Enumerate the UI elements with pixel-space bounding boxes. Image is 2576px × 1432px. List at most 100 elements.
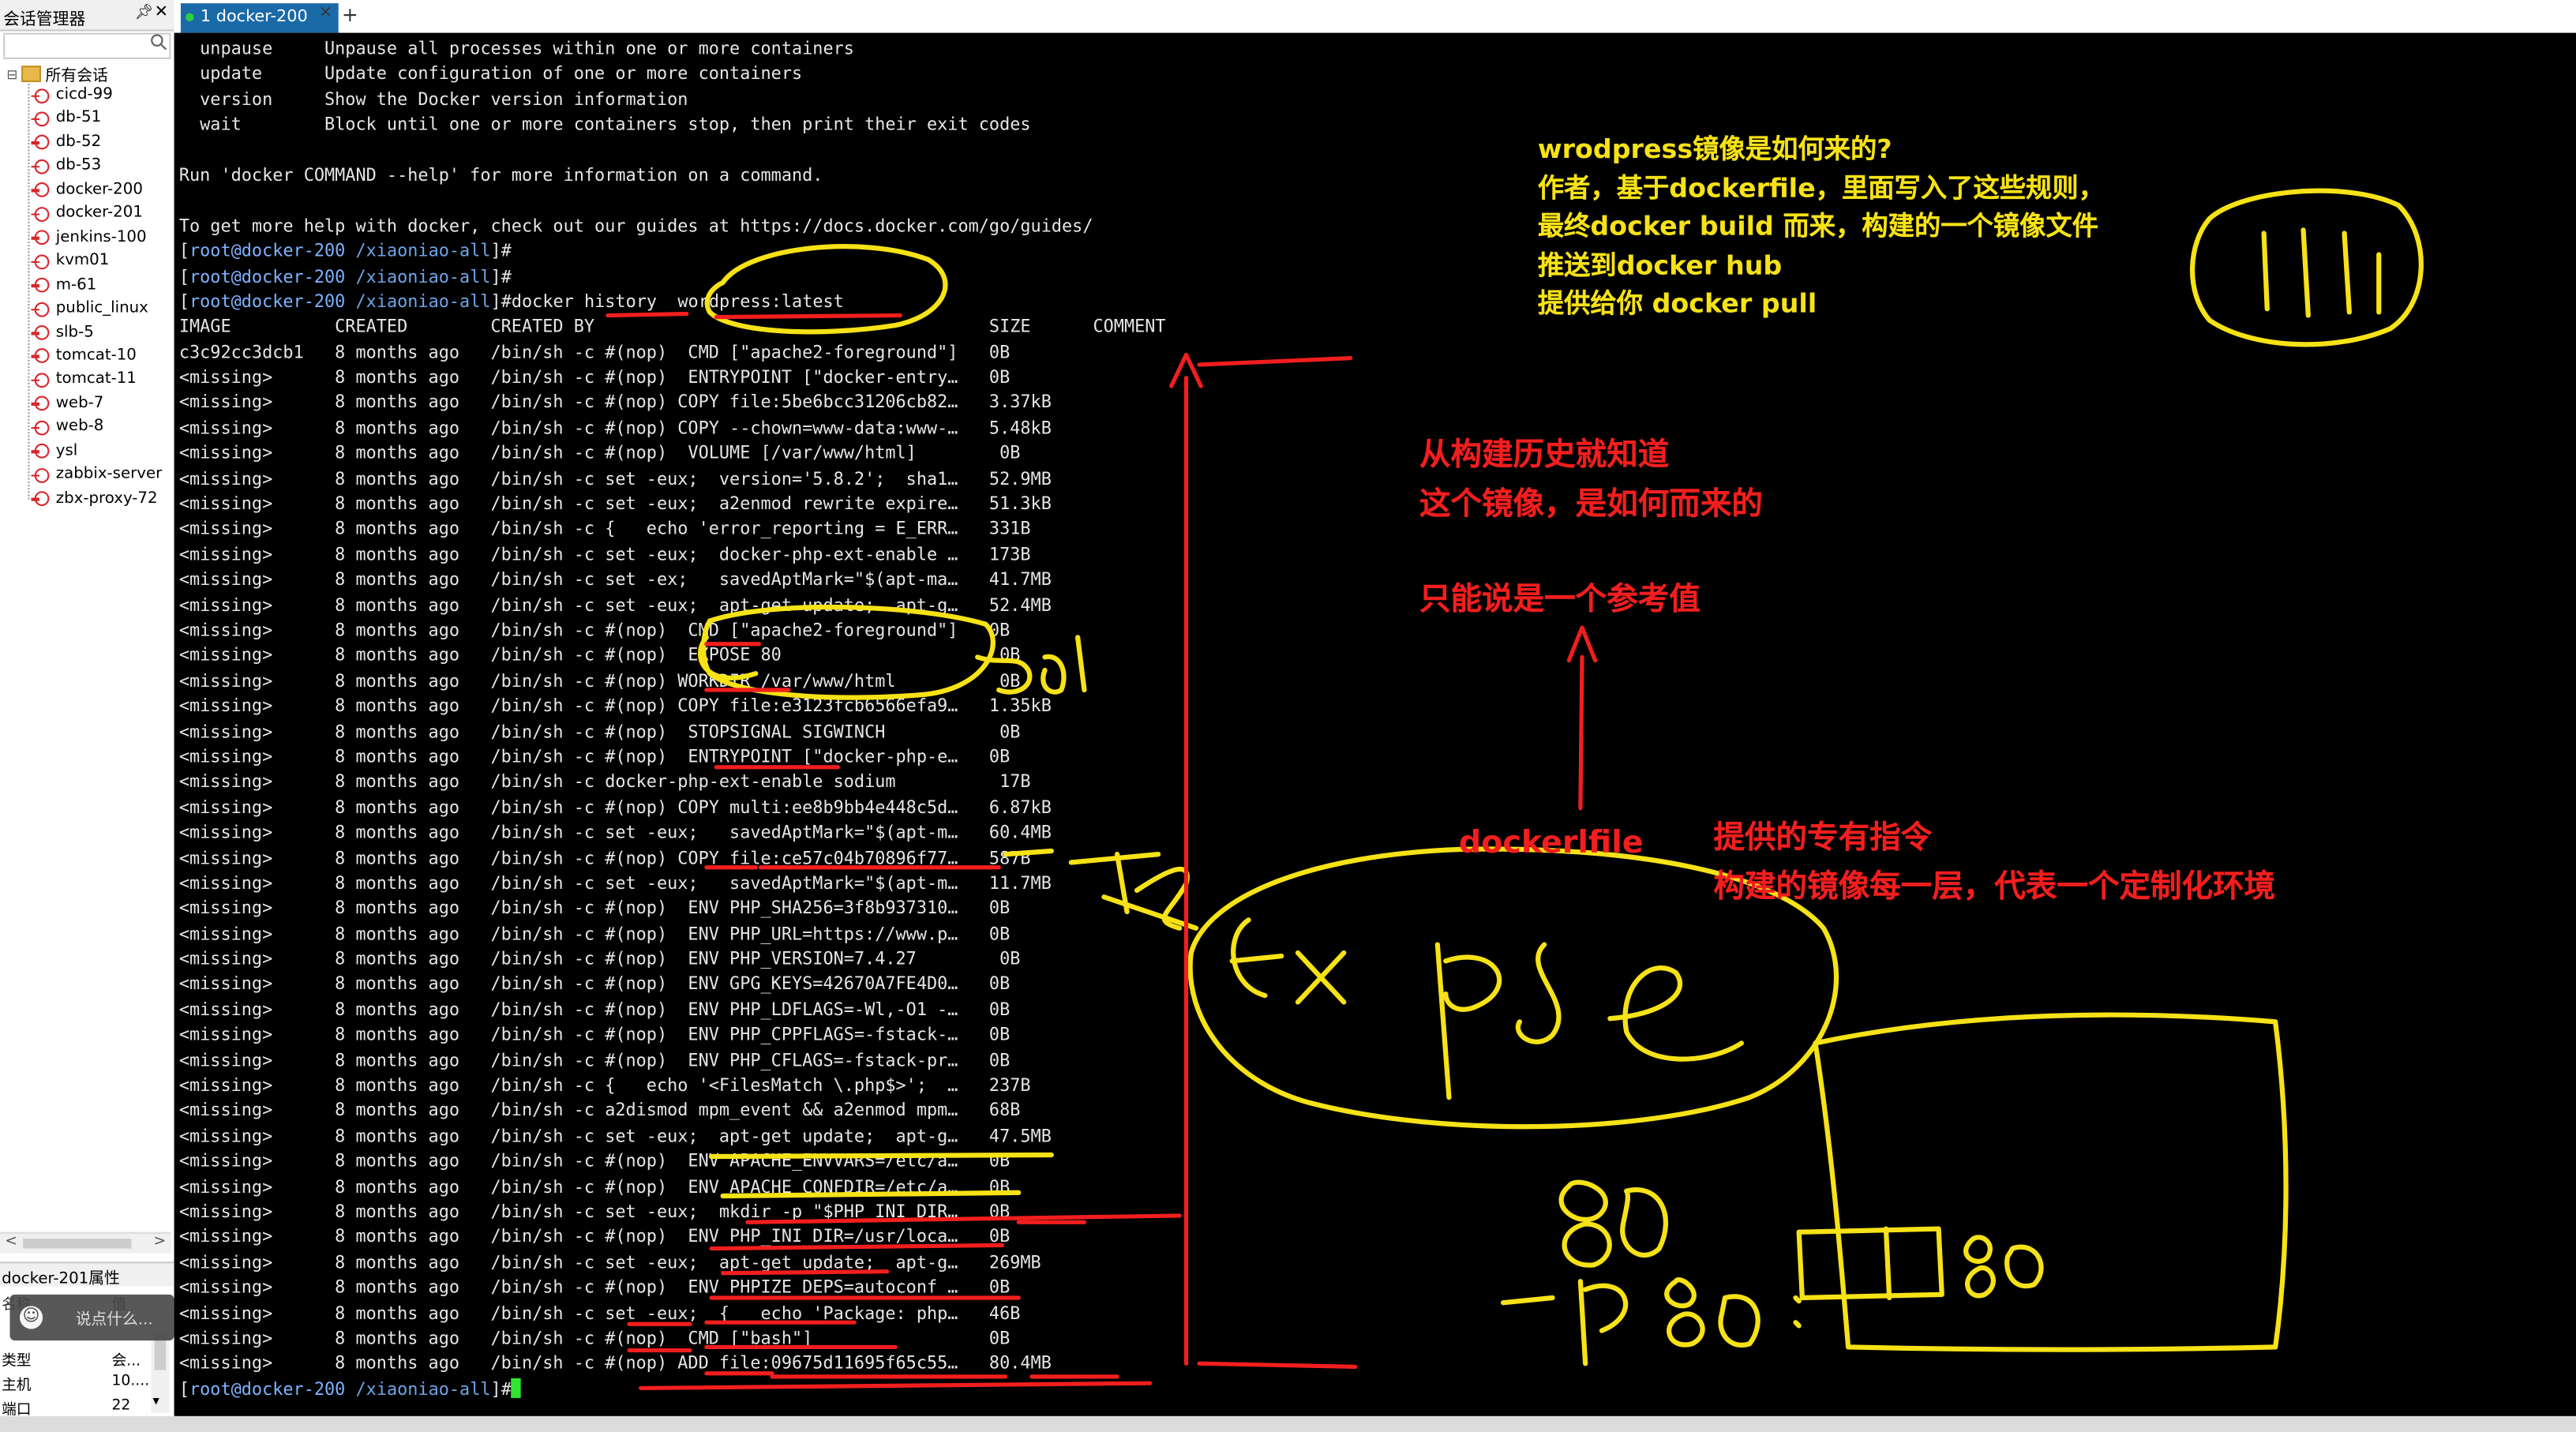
session-item[interactable]: tomcat-10 [31,346,137,369]
history-row: <missing> 8 months ago /bin/sh -c set -e… [178,545,1031,565]
help-line: unpause Unpause all processes within one… [178,39,854,59]
prompt-line: [root@docker-200 /xiaoniao-all]# [178,267,512,287]
history-row: <missing> 8 months ago /bin/sh -c set -e… [178,494,1052,515]
ssh-session-icon [31,395,50,411]
session-label: db-51 [55,109,102,128]
red-note-reference: 只能说是一个参考值 [1419,581,1700,618]
session-label: public_linux [55,298,148,317]
tab-docker-200[interactable]: 1 docker-200 [180,3,339,33]
session-item[interactable]: db-52 [31,133,101,156]
annotation-line: 从构建历史就知道 [1419,437,1670,474]
history-row: <missing> 8 months ago /bin/sh -c #(nop)… [178,1228,1011,1248]
add-tab-icon[interactable]: + [342,3,358,26]
session-manager-titlebar: 会话管理器 📌︎ ✕ [0,0,174,32]
scroll-left-icon[interactable]: < [5,1234,17,1250]
terminal[interactable]: unpause Unpause all processes within one… [174,32,2576,1416]
chat-input-overlay[interactable]: ☺ 说点什么... [9,1294,174,1341]
close-icon[interactable]: ✕ [155,3,168,21]
scroll-right-icon[interactable]: > [153,1234,166,1250]
help-line [179,139,1166,164]
red-note-instructions: 提供的专有指令 构建的镜像每一层，代表一个定制化环境 [1713,813,2275,912]
property-key: 主机 [2,1378,32,1395]
session-item[interactable]: ysl [31,441,77,464]
session-item[interactable]: docker-200 [31,180,143,203]
terminal-cursor [511,1378,522,1398]
history-row: <missing> 8 months ago /bin/sh -c #(nop)… [178,1329,1011,1349]
history-row: <missing> 8 months ago /bin/sh -c #(nop)… [178,1177,1011,1198]
session-item[interactable]: web-7 [31,394,104,417]
session-label: web-7 [55,394,104,413]
session-label: tomcat-10 [55,346,137,365]
history-header: IMAGE CREATED CREATED BY SIZE COMMENT [178,317,1166,338]
history-row: <missing> 8 months ago /bin/sh -c #(nop)… [178,646,1021,666]
ssh-session-icon [31,133,50,151]
ssh-session-icon [31,466,50,483]
history-row: <missing> 8 months ago /bin/sh -c #(nop)… [178,722,1021,742]
session-item[interactable]: zbx-proxy-72 [31,489,158,512]
history-row: <missing> 8 months ago /bin/sh -c set -e… [178,823,1052,843]
session-item[interactable]: db-51 [31,109,102,132]
history-row: <missing> 8 months ago /bin/sh -c set -e… [178,469,1052,489]
session-label: web-8 [55,418,104,437]
collapse-icon[interactable]: ⊟ [6,66,17,81]
folder-icon [21,66,41,83]
history-row: <missing> 8 months ago /bin/sh -c set -e… [178,873,1052,894]
prompt-cwd: /xiaoniao-all [355,1379,491,1400]
session-search-input[interactable] [3,32,171,59]
history-row: <missing> 8 months ago /bin/sh -c #(nop)… [178,696,1052,717]
history-row: <missing> 8 months ago /bin/sh -c #(nop)… [178,1354,1052,1374]
history-row: <missing> 8 months ago /bin/sh -c #(nop)… [178,848,1031,868]
history-row: <missing> 8 months ago /bin/sh -c #(nop)… [178,747,1011,767]
help-line [179,189,1166,215]
ssh-session-icon [31,253,50,269]
session-item[interactable]: db-53 [31,156,101,179]
emoji-icon[interactable]: ☺ [19,1306,43,1329]
history-row: <missing> 8 months ago /bin/sh -c #(nop)… [178,797,1052,818]
prompt-suffix: # [501,1379,512,1400]
scrollbar-thumb[interactable] [23,1239,132,1249]
pin-icon[interactable]: 📌︎ [135,5,154,21]
session-item[interactable]: zabbix-server [31,465,162,488]
session-item[interactable]: web-8 [31,418,104,440]
session-horizontal-scrollbar[interactable]: < > [0,1231,171,1254]
chat-placeholder: 说点什么... [75,1310,153,1329]
session-item[interactable]: jenkins-100 [31,228,147,251]
prompt-suffix: # [501,292,512,313]
session-item[interactable]: cicd-99 [31,85,113,108]
tab-bar: 1 docker-200 × + [174,0,2576,35]
session-label: cicd-99 [55,85,113,104]
annotation-line: wrodpress镜像是如何来的? [1537,133,1892,165]
session-item[interactable]: kvm01 [31,252,109,275]
ssh-session-icon [31,300,50,317]
help-line: Run 'docker COMMAND --help' for more inf… [178,166,823,186]
red-note-history: 从构建历史就知道 这个镜像，是如何而来的 [1419,430,1763,529]
prompt-line: [root@docker-200 /xiaoniao-all]# [178,242,512,262]
session-label: zbx-proxy-72 [55,489,158,508]
prompt-user-host: root@docker-200 [189,1379,346,1400]
property-value: 22 [111,1397,131,1415]
prompt-suffix: # [501,267,512,287]
history-row: <missing> 8 months ago /bin/sh -c #(nop)… [178,620,1011,641]
prompt-suffix: # [501,242,512,262]
prompt-line: [root@docker-200 /xiaoniao-all]#docker h… [178,292,844,313]
history-row: <missing> 8 months ago /bin/sh -c #(nop)… [178,1025,1011,1046]
history-row: <missing> 8 months ago /bin/sh -c set -e… [178,1303,1021,1324]
tree-root-folder[interactable]: ⊟ 所有会话 [6,62,108,85]
scroll-down-icon[interactable]: ▾ [153,1393,159,1408]
annotation-line: 推送到docker hub [1537,249,1783,280]
session-item[interactable]: m-61 [31,276,96,298]
session-label: slb-5 [55,322,94,341]
dockerfile-label: dockerlfile [1458,824,1644,861]
history-row: <missing> 8 months ago /bin/sh -c #(nop)… [178,671,1021,692]
session-item[interactable]: tomcat-11 [31,370,137,393]
session-item[interactable]: slb-5 [31,322,94,346]
history-row: <missing> 8 months ago /bin/sh -c #(nop)… [178,368,1011,388]
ssh-session-icon [31,347,50,364]
ssh-session-icon [31,442,50,459]
help-line: version Show the Docker version informat… [178,89,688,110]
search-icon[interactable] [149,33,167,51]
tab-close-icon[interactable]: × [319,3,332,21]
session-item[interactable]: docker-201 [31,204,143,227]
session-item[interactable]: public_linux [31,298,148,322]
history-row: <missing> 8 months ago /bin/sh -c #(nop)… [178,1152,1011,1172]
